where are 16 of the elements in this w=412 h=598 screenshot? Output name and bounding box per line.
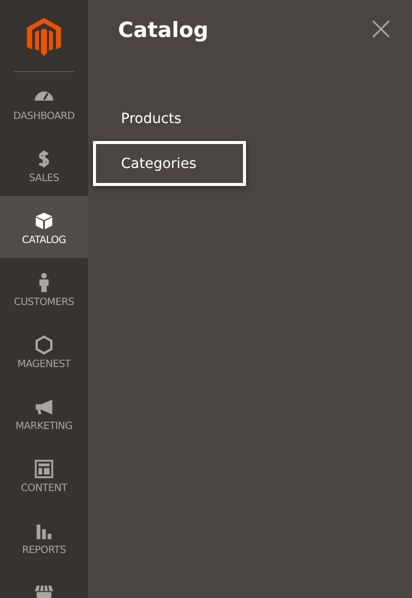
layout-icon [33,458,55,480]
sidebar-item[interactable]: REPORTS [0,506,88,568]
box-icon [33,210,55,232]
sidebar-item[interactable]: MAGENEST [0,320,88,382]
sidebar-item[interactable]: MARKETING [0,382,88,444]
hexagon-icon [33,334,55,356]
logo-icon[interactable] [27,18,61,56]
sidebar-item[interactable]: CONTENT [0,444,88,506]
sidebar-item[interactable]: CUSTOMERS [0,258,88,320]
sidebar-item[interactable]: SALES [0,134,88,196]
menu-link[interactable]: Categories [93,141,246,186]
sidebar-item[interactable]: CATALOG [0,196,88,258]
close-icon[interactable] [372,20,390,38]
menu-link[interactable]: Products [93,96,246,141]
sidebar-item[interactable]: DASHBOARD [0,72,88,134]
panel-title: Catalog [118,18,208,44]
